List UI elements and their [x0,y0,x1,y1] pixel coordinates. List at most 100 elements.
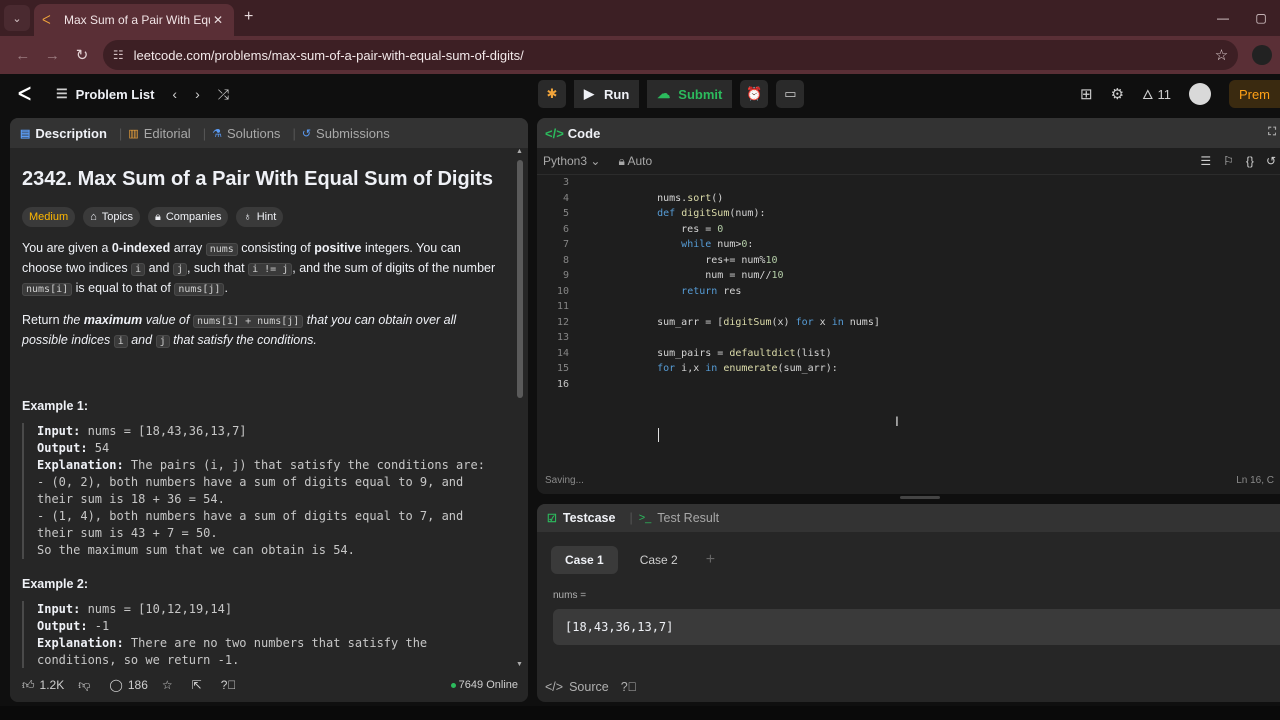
companies-badge[interactable]: 🔒︎ Companies [147,207,229,227]
output-label: Output: [37,441,88,455]
profile-avatar[interactable] [1252,45,1272,65]
line-number: 7 [562,239,569,250]
code-text: res+= num%10 [633,254,778,266]
autosave-mode[interactable]: 🔒︎ Auto [618,154,652,169]
code-line: 9 num = num//10 [537,268,1280,284]
streak-counter[interactable]: 🜂 11 [1142,81,1171,107]
back-icon[interactable]: ← [8,47,38,64]
notes-icon[interactable]: ▭ [776,80,805,108]
dislike-button[interactable]: 👎︎ [78,678,95,693]
new-tab-plus-icon[interactable]: + [244,8,253,26]
leetcode-logo-icon[interactable]: ᐸ [18,84,42,105]
reload-icon[interactable]: ↻ [67,46,97,64]
topics-badge[interactable]: ⌂ Topics [83,207,140,227]
like-count: 1.2K [39,678,65,692]
cloud-upload-icon: ☁ [657,86,671,101]
code-text: sum_arr = [digitSum(x) for x in nums] [633,316,880,328]
url-omnibox[interactable]: ☷ leetcode.com/problems/max-sum-of-a-pai… [102,40,1239,70]
maximize-icon[interactable]: ▢ [1242,0,1280,36]
layout-grid-icon[interactable]: ⊞ [1080,85,1093,103]
case-1-button[interactable]: Case 1 [551,546,618,574]
like-button[interactable]: 👍︎ 1.2K [22,678,64,693]
thumbs-down-icon: 👎︎ [78,677,91,692]
hint-badge[interactable]: ♁ Hint [236,207,284,227]
language-select[interactable]: Python3 ⌄ [543,154,600,168]
user-avatar[interactable] [1188,83,1211,105]
tab-submissions[interactable]: ↺ Submissions [302,126,390,141]
site-info-icon[interactable]: ☷ [113,48,124,62]
panel-resize-handle[interactable] [900,496,940,499]
case-selector: Case 1 Case 2 + [551,546,1280,574]
source-row: </> Source ?⃝ [545,680,637,694]
problem-list-button[interactable]: ☰ Problem List [56,86,154,102]
prev-problem-chevron-icon[interactable]: ‹ [172,86,177,102]
bookmark-icon[interactable]: ⚐ [1223,154,1234,168]
alarm-clock-icon[interactable]: ⏰ [740,80,769,108]
problem-title[interactable]: 2342. Max Sum of a Pair With Equal Sum o… [22,168,502,191]
difficulty-badge: Medium [22,207,76,227]
code-line: 13 [537,330,1280,346]
bold-text: 0-indexed [111,241,171,255]
bookmark-star-icon[interactable]: ☆ [1215,46,1228,64]
tab-testcase[interactable]: ☑ Testcase [547,511,615,525]
maximize-panel-icon[interactable]: ⛶ [1268,126,1276,139]
settings-gear-icon[interactable]: ⚙ [1111,85,1124,103]
reset-icon[interactable]: ↺ [1266,154,1276,168]
online-dot-icon [450,682,456,688]
example-2-heading: Example 2: [22,577,89,591]
description-content[interactable]: 2342. Max Sum of a Pair With Equal Sum o… [10,148,514,668]
minimize-icon[interactable]: — [1204,0,1242,36]
code-text: def digitSum(num): [657,208,766,219]
star-icon: ☆ [161,678,173,692]
help-button[interactable]: ?⃝ [221,678,242,692]
format-icon[interactable]: ☰ [1200,154,1211,168]
scroll-down-icon[interactable]: ▼ [516,661,523,668]
text-span: . [224,281,228,295]
premium-button[interactable]: Prem [1228,80,1280,108]
tab-editorial[interactable]: ▥ Editorial [128,126,190,141]
add-case-plus-icon[interactable]: + [706,551,715,569]
tab-test-result[interactable]: >_ Test Result [639,511,719,525]
editor-actions: ✱ ▶ Run ☁ Submit ⏰ ▭ [538,80,805,108]
description-tabs: ▤ Description | ▥ Editorial | ⚗ Solution… [10,118,528,148]
tab-close-icon[interactable]: ✕ [210,13,226,27]
param-value-input[interactable]: [18,43,36,13,7] [553,609,1280,645]
browser-tab[interactable]: ᐸ Max Sum of a Pair With Equal Sum of Di… [34,4,234,36]
next-problem-chevron-icon[interactable]: › [195,86,200,102]
tab-search-chevron-icon[interactable]: ⌄ [4,5,30,31]
bold-text: positive [314,241,362,255]
example-1-heading: Example 1: [22,399,89,413]
code-panel-header: </> Code ⛶ [537,118,1280,148]
tag-icon: ⌂ [90,211,97,223]
leetcode-navbar: ᐸ ☰ Problem List ‹ › ⤮ ✱ ▶ Run ☁ Submit … [0,74,1280,114]
url-text[interactable]: leetcode.com/problems/max-sum-of-a-pair-… [134,48,1215,63]
tab-description-label: Description [35,125,107,141]
tab-testcase-label: Testcase [562,511,616,525]
share-button[interactable]: ⇱ [192,678,207,692]
scroll-up-icon[interactable]: ▲ [516,148,523,155]
code-editor[interactable]: 3 4 nums.sort() 5 def digitSum(num): 6 r… [537,174,1280,454]
cursor-position: Ln 16, C [1236,475,1274,486]
favorite-button[interactable]: ☆ [162,678,178,692]
inline-code: j [172,263,187,276]
forward-icon[interactable]: → [38,47,68,64]
scrollbar-thumb[interactable] [517,160,523,398]
tab-solutions-label: Solutions [226,125,281,141]
comments-button[interactable]: ◯ 186 [109,678,147,692]
case-2-button[interactable]: Case 2 [626,546,692,574]
code-line: 6 res = 0 [537,222,1280,238]
tab-description[interactable]: ▤ Description [20,126,107,141]
testcase-tabs: ☑ Testcase | >_ Test Result [537,504,1280,532]
debug-bug-icon[interactable]: ✱ [538,80,566,108]
description-scrollbar[interactable]: ▲ ▼ [516,148,524,668]
example-2-input: nums = [10,12,19,14] [80,602,233,616]
param-label: nums = [553,590,587,601]
source-label[interactable]: Source [569,680,609,694]
help-circle-icon[interactable]: ?⃝ [621,680,637,694]
shuffle-icon[interactable]: ⤮ [218,86,229,103]
braces-icon[interactable]: {} [1246,154,1254,168]
submit-button[interactable]: ☁ Submit [647,80,733,108]
tab-solutions[interactable]: ⚗ Solutions [212,126,280,141]
help-circle-icon: ?⃝ [220,678,237,692]
run-button[interactable]: ▶ Run [574,80,640,108]
